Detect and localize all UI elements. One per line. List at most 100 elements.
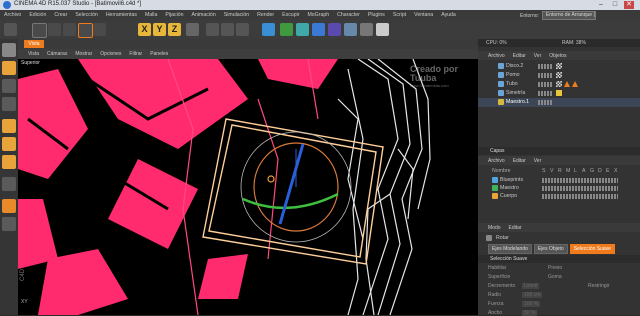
make-editable-icon[interactable] (2, 43, 16, 57)
phong-tag-icon[interactable] (564, 81, 570, 87)
tab-vista[interactable]: Vista (24, 40, 44, 48)
prop-value[interactable]: 100 cm (522, 292, 543, 298)
visibility-dots[interactable] (538, 73, 552, 78)
cube-icon[interactable] (262, 23, 275, 36)
render-settings-icon[interactable] (236, 23, 249, 36)
camera-icon[interactable] (360, 23, 373, 36)
layer-color-swatch[interactable] (492, 193, 498, 199)
texture-mode-icon[interactable] (2, 79, 16, 93)
layer-color-swatch[interactable] (492, 185, 498, 191)
viewport-menu-mostrar[interactable]: Mostrar (75, 51, 92, 57)
viewport-3d[interactable]: Superior Creado por Tuuba www.3dvideotut… (18, 59, 478, 315)
prop-value[interactable]: 100 % (522, 301, 541, 307)
menu-crear[interactable]: Crear (54, 12, 67, 18)
tab-ejes-modelando[interactable]: Ejes Modelando (488, 244, 532, 254)
prop-row: Habilitar Previo (488, 265, 562, 271)
menu-archivo[interactable]: Archivo (4, 12, 21, 18)
menu-script[interactable]: Script (393, 12, 406, 18)
menu-malla[interactable]: Malla (145, 12, 157, 18)
scene-floor-icon[interactable] (344, 23, 357, 36)
menu-herramientas[interactable]: Herramientas (106, 12, 137, 18)
array-icon[interactable] (312, 23, 325, 36)
viewport-menu-paneles[interactable]: Paneles (150, 51, 168, 57)
objects-menu-ver[interactable]: Ver (534, 53, 542, 59)
select-arrow-icon[interactable] (32, 23, 47, 38)
object-row[interactable]: Simetría (478, 89, 640, 98)
maximize-button[interactable]: □ (610, 1, 620, 9)
render-picture-viewer-icon[interactable] (221, 23, 234, 36)
viewport-menu-vista[interactable]: Vista (28, 51, 39, 57)
menu-ayuda[interactable]: Ayuda (441, 12, 456, 18)
layer-tag-icon[interactable] (556, 90, 562, 96)
render-view-icon[interactable] (206, 23, 219, 36)
move-icon[interactable] (48, 23, 61, 36)
z-axis-lock-button[interactable]: Z (168, 23, 181, 36)
menu-escupir[interactable]: Escupir (282, 12, 299, 18)
layers-menu-archivo[interactable]: Archivo (488, 158, 505, 164)
menu-plugins[interactable]: Plugins (368, 12, 385, 18)
tab-seleccion-suave[interactable]: Selección Suave (569, 244, 615, 254)
objects-menu-objetos[interactable]: Objetos (549, 53, 566, 59)
visibility-dots[interactable] (538, 91, 552, 96)
close-button[interactable]: ✕ (624, 1, 634, 9)
deformer-icon[interactable] (328, 23, 341, 36)
undo-icon[interactable] (4, 23, 17, 36)
viewport-menu-camaras[interactable]: Cámaras (47, 51, 67, 57)
object-row[interactable]: Pomo (478, 71, 640, 80)
snap-icon[interactable] (2, 217, 16, 231)
model-mode-icon[interactable] (2, 61, 16, 75)
tweak-mode-icon[interactable] (2, 199, 16, 213)
layer-toggles[interactable] (542, 178, 618, 183)
attributes-menu-modo[interactable]: Modo (488, 225, 501, 231)
visibility-dots[interactable] (538, 64, 552, 69)
menu-render[interactable]: Render (257, 12, 274, 18)
tab-ejes-objeto[interactable]: Ejes Objeto (533, 244, 568, 254)
prop-value[interactable]: 50 % (522, 310, 538, 316)
layer-toggles[interactable] (542, 186, 618, 191)
viewport-menu-opciones[interactable]: Opciones (100, 51, 121, 57)
menu-animacion[interactable]: Animación (192, 12, 216, 18)
object-row[interactable]: Disco.2 (478, 62, 640, 71)
nurbs-icon[interactable] (296, 23, 309, 36)
visibility-dots[interactable] (538, 82, 552, 87)
texture-tag-icon[interactable] (556, 81, 562, 87)
x-axis-lock-button[interactable]: X (138, 23, 151, 36)
y-axis-lock-button[interactable]: Y (153, 23, 166, 36)
menu-edicion[interactable]: Edición (29, 12, 46, 18)
workplane-icon[interactable] (2, 97, 16, 111)
rotate-icon[interactable] (78, 23, 93, 38)
layout-dropdown[interactable]: Entorno de Arranque (Usuario) (541, 11, 596, 20)
visibility-dots[interactable] (538, 100, 552, 105)
layer-color-swatch[interactable] (492, 177, 498, 183)
objects-menu-archivo[interactable]: Archivo (488, 53, 505, 59)
edges-mode-icon[interactable] (2, 137, 16, 151)
layer-toggles[interactable] (542, 194, 618, 199)
menu-character[interactable]: Character (337, 12, 360, 18)
texture-tag-icon[interactable] (556, 72, 562, 78)
viewport-menu-filtrar[interactable]: Filtrar (129, 51, 142, 57)
menu-pijacion[interactable]: Pijación (165, 12, 183, 18)
light-icon[interactable] (376, 23, 389, 36)
recent-tool-icon[interactable] (93, 23, 106, 36)
texture-tag-icon[interactable] (556, 63, 562, 69)
layer-row[interactable]: Cuerpo (478, 192, 640, 201)
layers-menu-ver[interactable]: Ver (534, 158, 542, 164)
phong-tag-icon[interactable] (572, 81, 578, 87)
prop-value[interactable]: Lineal (522, 283, 540, 289)
minimize-button[interactable]: – (596, 1, 606, 9)
menu-ventana[interactable]: Ventana (414, 12, 433, 18)
objects-menu-editar[interactable]: Editar (513, 53, 526, 59)
menu-simulacion[interactable]: Simulación (224, 12, 249, 18)
layers-menu-editar[interactable]: Editar (513, 158, 526, 164)
object-row-selected[interactable]: Maestro.1 (478, 98, 640, 107)
scale-icon[interactable] (63, 23, 76, 36)
polygons-mode-icon[interactable] (2, 155, 16, 169)
spline-pen-icon[interactable] (280, 23, 293, 36)
coordinate-system-icon[interactable] (186, 23, 199, 36)
points-mode-icon[interactable] (2, 119, 16, 133)
object-row[interactable]: Tubo (478, 80, 640, 89)
menu-mograph[interactable]: MoGraph (307, 12, 329, 18)
menu-seleccion[interactable]: Selección (75, 12, 98, 18)
axis-mode-icon[interactable] (2, 177, 16, 191)
attributes-menu-editar[interactable]: Editar (509, 225, 522, 231)
